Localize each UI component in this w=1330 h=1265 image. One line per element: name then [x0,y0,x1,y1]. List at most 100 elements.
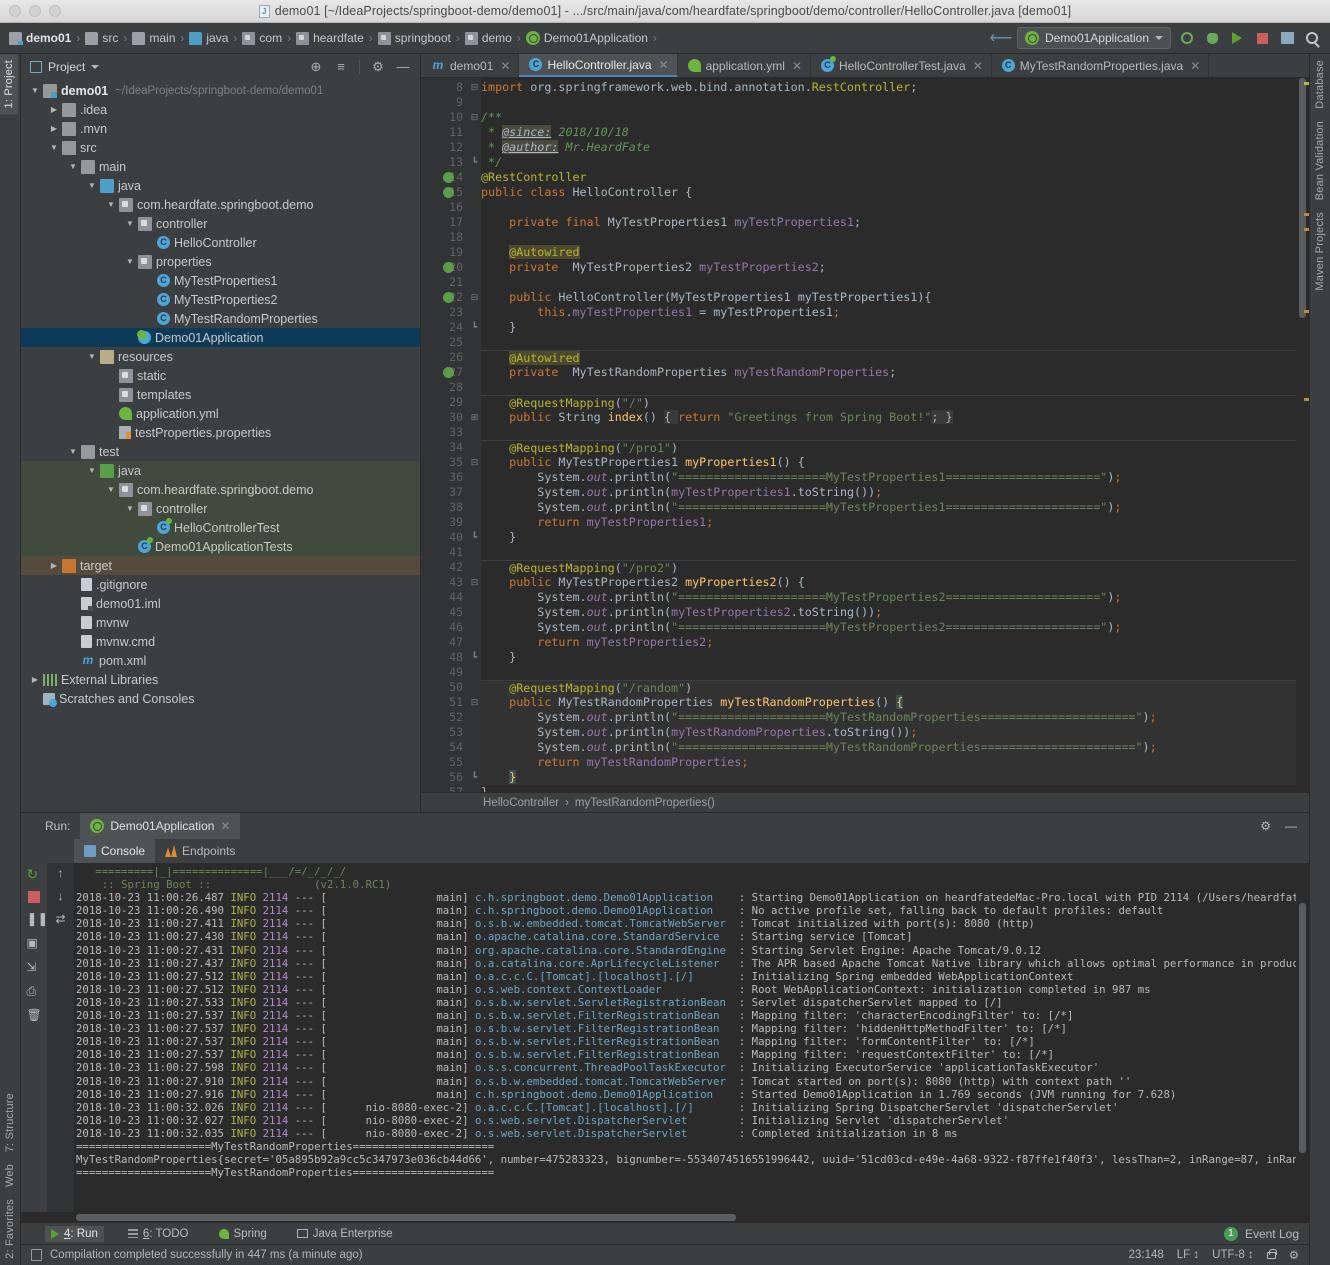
tree-node-controller[interactable]: ▼ controller [21,214,420,233]
code-line[interactable]: System.out.println(myTestProperties1.toS… [481,485,1296,500]
line-number[interactable]: 56 [421,770,468,785]
search-everywhere-icon[interactable] [1303,29,1321,47]
line-number[interactable]: 24 [421,320,468,335]
line-number[interactable]: 37 [421,485,468,500]
back-icon[interactable]: ⟵ [989,29,1012,47]
code-line[interactable]: /** [481,110,1296,125]
editor-tab-demo01[interactable]: m demo01 ✕ [421,54,520,77]
class-marker-icon[interactable] [443,187,454,198]
code-editor[interactable]: 8 9 10 11 12 13 14 15 16 17 18 19 20 21 22 23 24 25 26 27 28… [421,78,1309,792]
line-number[interactable]: 12 [421,140,468,155]
tree-node-properties[interactable]: ▼ properties [21,252,420,271]
editor-tab-bar[interactable]: m demo01 ✕ C HelloController.java ✕ applicatio… [421,54,1309,78]
tree-node-pom-xml[interactable]: m pom.xml [21,651,420,670]
left-strip-1-project[interactable]: 1: Project [0,54,18,115]
chevron-down-icon[interactable]: ▼ [124,219,136,228]
line-number[interactable]: 53 [421,725,468,740]
chevron-down-icon[interactable]: ▼ [124,257,136,266]
inspector-icon[interactable]: ⚙ [1289,1248,1299,1262]
code-line[interactable]: System.out.println("====================… [481,590,1296,605]
line-number[interactable]: 33 [421,425,468,440]
code-line[interactable]: import org.springframework.web.bind.anno… [481,80,1296,95]
code-line[interactable]: } [481,320,1296,335]
code-line[interactable]: * @author: Mr.HeardFate [481,140,1296,155]
line-number[interactable]: 25 [421,335,468,350]
code-line[interactable] [481,230,1296,245]
line-number[interactable]: 9 [421,95,468,110]
breadcrumb-class[interactable]: HelloController [483,797,559,809]
code-line[interactable]: System.out.println(myTestProperties2.toS… [481,605,1296,620]
fold-toggle-icon[interactable]: ┗ [468,650,481,665]
breadcrumb-item-heardfate[interactable]: heardfate [293,31,367,45]
chevron-right-icon[interactable]: ▶ [29,675,41,684]
code-line[interactable]: */ [481,155,1296,170]
code-line[interactable]: @RequestMapping("/pro2") [481,560,1296,575]
tree-node-test[interactable]: ▼ test [21,442,420,461]
editor-tab-application-yml[interactable]: application.yml ✕ [678,54,811,77]
line-number[interactable]: 20 [421,260,468,275]
autowired-icon[interactable] [443,262,454,273]
tree-node-demo01-iml[interactable]: demo01.iml [21,594,420,613]
tree-node-hellocontroller[interactable]: C HelloController [21,233,420,252]
settings-gear-icon[interactable]: ⚙ [1260,819,1271,833]
code-line[interactable]: public MyTestRandomProperties myTestRand… [481,695,1296,710]
warning-marker[interactable] [1304,82,1309,85]
tree-node-static[interactable]: static [21,366,420,385]
tree-node-main[interactable]: ▼ main [21,157,420,176]
chevron-down-icon[interactable] [91,64,100,69]
toolwindow-button-run[interactable]: 4: Run [45,1225,104,1242]
breadcrumb-item-com[interactable]: com [239,31,285,45]
tree-node-application-yml[interactable]: application.yml [21,404,420,423]
code-line[interactable]: public String index() { return "Greeting… [481,410,1296,425]
event-log-label[interactable]: Event Log [1245,1227,1299,1241]
tree-node-hellocontrollertest[interactable]: C HelloControllerTest [21,518,420,537]
rerun-icon[interactable]: ↻ [27,867,42,882]
tree-node-mytestrandomproperties[interactable]: C MyTestRandomProperties [21,309,420,328]
breadcrumb-item-demo01[interactable]: demo01 [6,31,74,45]
line-number-gutter[interactable]: 8 9 10 11 12 13 14 15 16 17 18 19 20 21 22 23 24 25 26 27 28… [421,78,468,792]
fold-toggle-icon[interactable]: ⊟ [468,110,481,125]
soft-wrap-icon[interactable]: ⇄ [55,912,65,926]
toolwindow-button-java-enterprise[interactable]: Java Enterprise [291,1226,399,1242]
code-line[interactable]: @Autowired [481,350,1296,365]
chevron-down-icon[interactable]: ▼ [67,162,79,171]
right-strip-database[interactable]: Database [1311,54,1329,115]
code-line[interactable]: } [481,530,1296,545]
code-line[interactable] [481,275,1296,290]
run-tab[interactable]: Demo01Application ✕ [80,813,241,839]
line-number[interactable]: 52 [421,710,468,725]
code-line[interactable]: System.out.println(myTestRandomPropertie… [481,725,1296,740]
line-number[interactable]: 48 [421,650,468,665]
fold-toggle-icon[interactable]: ⊟ [468,80,481,95]
code-line[interactable]: return myTestProperties2; [481,635,1296,650]
chevron-down-icon[interactable]: ▼ [86,466,98,475]
stop-icon[interactable] [1253,29,1271,47]
console-scrollbar[interactable] [1296,863,1309,1212]
code-line[interactable] [481,335,1296,350]
code-line[interactable]: } [481,770,1296,785]
code-line[interactable] [481,200,1296,215]
hide-icon[interactable]: — [1285,819,1297,833]
fold-toggle-icon[interactable]: ⊟ [468,455,481,470]
code-folding-gutter[interactable]: ⊟ ⊟ ┗ ⊟ ┗ ⊞ ⊟ ┗ ⊟ ┗ ⊟ ┗ [468,78,481,792]
line-number[interactable]: 39 [421,515,468,530]
code-line[interactable]: System.out.println("====================… [481,620,1296,635]
file-encoding[interactable]: UTF-8 ↕ [1212,1249,1254,1261]
line-number[interactable]: 15 [421,185,468,200]
read-only-lock-icon[interactable] [1266,1248,1278,1259]
chevron-down-icon[interactable]: ▼ [48,143,60,152]
code-line[interactable]: @Autowired [481,245,1296,260]
editor-breadcrumb[interactable]: HelloController › myTestRandomProperties… [421,792,1309,812]
tree-node-com-heardfate-springboot-demo[interactable]: ▼ com.heardfate.springboot.demo [21,195,420,214]
tree-node-demo01application[interactable]: Demo01Application [21,328,420,347]
autowired-icon[interactable] [443,367,454,378]
tree-node-testproperties-properties[interactable]: testProperties.properties [21,423,420,442]
code-line[interactable]: System.out.println("====================… [481,710,1296,725]
tree-node-java[interactable]: ▼ java [21,461,420,480]
breadcrumb-item-demo[interactable]: demo [462,31,515,45]
run-subtab-console[interactable]: Console [74,839,156,863]
fold-toggle-icon[interactable]: ┗ [468,530,481,545]
tree-node-target[interactable]: ▶ target [21,556,420,575]
run-configuration-selector[interactable]: Demo01Application [1016,27,1171,49]
tree-node-java[interactable]: ▼ java [21,176,420,195]
